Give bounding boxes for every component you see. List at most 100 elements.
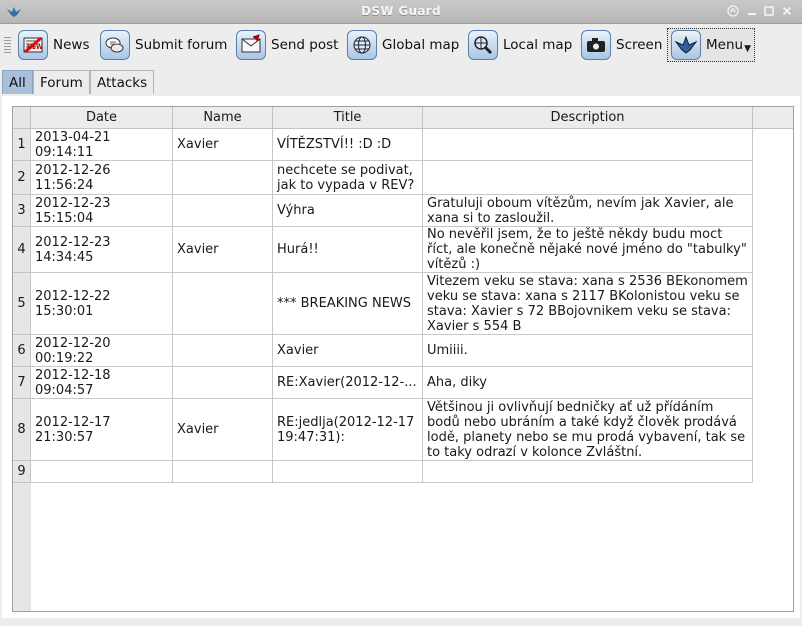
screen-button[interactable]: Screen — [579, 28, 664, 62]
cell-description-text: Gratuluji oboum vítězům, nevím jak Xavie… — [427, 195, 734, 226]
cell-date[interactable] — [31, 461, 173, 483]
cell-date-text: 2013-04-21 09:14:11 — [35, 129, 111, 160]
cell-name[interactable] — [173, 367, 273, 399]
chat-bubbles-icon — [100, 30, 130, 60]
cell-title[interactable]: Hurá!! — [273, 227, 423, 273]
cell-title[interactable]: nechcete se podivat, jak to vypada v REV… — [273, 161, 423, 195]
cell-name[interactable] — [173, 335, 273, 367]
row-number[interactable]: 6 — [13, 335, 31, 367]
cell-description[interactable] — [423, 129, 753, 161]
global-map-button[interactable]: Global map — [345, 28, 461, 62]
cell-date[interactable]: 2012-12-23 15:15:04 — [31, 195, 173, 227]
row-number[interactable]: 1 — [13, 129, 31, 161]
local-map-button[interactable]: Local map — [466, 28, 574, 62]
shade-button[interactable] — [726, 5, 740, 19]
cell-date-text: 2012-12-18 09:04:57 — [35, 367, 111, 398]
toolbar: NEW News Submit forum Send post Global m… — [0, 24, 802, 67]
cell-title-text: RE:jedlja(2012-12-17 19:47:31): — [277, 414, 415, 445]
submit-forum-label: Submit forum — [135, 37, 228, 53]
maximize-icon — [764, 6, 774, 16]
row-number[interactable]: 8 — [13, 399, 31, 461]
row-number[interactable]: 2 — [13, 161, 31, 195]
cell-title-text: VÍTĚZSTVÍ!! :D :D — [277, 137, 392, 152]
menu-label: Menu — [706, 37, 744, 53]
cell-description[interactable]: No nevěřil jsem, že to ještě někdy budu … — [423, 227, 753, 273]
row-number[interactable]: 9 — [13, 461, 31, 483]
cell-title-text: Hurá!! — [277, 242, 319, 257]
chevron-down-icon: ▼ — [744, 44, 751, 54]
cell-description[interactable]: Většinou ji ovlivňují bedničky ať už pří… — [423, 399, 753, 461]
cell-name[interactable]: Xavier — [173, 227, 273, 273]
row-number[interactable]: 3 — [13, 195, 31, 227]
cell-name[interactable]: Xavier — [173, 129, 273, 161]
cell-description[interactable]: Umiiii. — [423, 335, 753, 367]
camera-icon — [581, 30, 611, 60]
cell-description[interactable] — [423, 461, 753, 483]
bottom-strip — [0, 618, 802, 626]
up-arrow-icon — [727, 5, 739, 17]
cell-date-text: 2012-12-22 15:30:01 — [35, 288, 111, 319]
toolbar-grip[interactable] — [4, 37, 11, 53]
row-number[interactable]: 5 — [13, 273, 31, 335]
cell-title[interactable]: VÍTĚZSTVÍ!! :D :D — [273, 129, 423, 161]
cell-date[interactable]: 2012-12-18 09:04:57 — [31, 367, 173, 399]
cell-description-text: Vitezem veku se stava: xana s 2536 BEkon… — [427, 273, 748, 334]
cell-title[interactable]: Výhra — [273, 195, 423, 227]
cell-title[interactable]: Xavier — [273, 335, 423, 367]
cell-description[interactable]: Vitezem veku se stava: xana s 2536 BEkon… — [423, 273, 753, 335]
send-post-label: Send post — [271, 37, 339, 53]
cell-description-text: Aha, diky — [427, 375, 487, 390]
cell-name[interactable] — [173, 273, 273, 335]
news-icon: NEW — [18, 30, 48, 60]
column-header-name[interactable]: Name — [173, 107, 273, 129]
local-map-label: Local map — [503, 37, 573, 53]
cell-name-text: Xavier — [177, 137, 219, 152]
minimize-button[interactable] — [745, 5, 759, 19]
close-button[interactable] — [780, 5, 794, 19]
maximize-button[interactable] — [762, 5, 776, 19]
column-header-description[interactable]: Description — [423, 107, 753, 129]
cell-title[interactable] — [273, 461, 423, 483]
cell-name[interactable]: Xavier — [173, 399, 273, 461]
cell-name-text: Xavier — [177, 242, 219, 257]
screen-label: Screen — [616, 37, 663, 53]
magnifier-globe-icon — [468, 30, 498, 60]
menu-button[interactable]: Menu ▼ — [667, 28, 755, 62]
cell-description[interactable]: Gratuluji oboum vítězům, nevím jak Xavie… — [423, 195, 753, 227]
cell-date[interactable]: 2013-04-21 09:14:11 — [31, 129, 173, 161]
cell-date[interactable]: 2012-12-20 00:19:22 — [31, 335, 173, 367]
cell-date[interactable]: 2012-12-17 21:30:57 — [31, 399, 173, 461]
cell-title-text: *** BREAKING NEWS — [277, 296, 412, 311]
row-number[interactable]: 4 — [13, 227, 31, 273]
close-icon — [782, 6, 792, 16]
column-header-title[interactable]: Title — [273, 107, 423, 129]
globe-icon — [347, 30, 377, 60]
cell-date[interactable]: 2012-12-22 15:30:01 — [31, 273, 173, 335]
cell-title[interactable]: RE:jedlja(2012-12-17 19:47:31): — [273, 399, 423, 461]
cell-name[interactable] — [173, 461, 273, 483]
tab-attacks[interactable]: Attacks — [90, 70, 155, 94]
row-number[interactable]: 7 — [13, 367, 31, 399]
cell-name-text: Xavier — [177, 422, 219, 437]
cell-title[interactable]: *** BREAKING NEWS — [273, 273, 423, 335]
cell-date[interactable]: 2012-12-26 11:56:24 — [31, 161, 173, 195]
cell-date-text: 2012-12-23 15:15:04 — [35, 195, 111, 226]
send-post-button[interactable]: Send post — [234, 28, 340, 62]
cell-date-text: 2012-12-26 11:56:24 — [35, 162, 111, 193]
news-button[interactable]: NEW News — [16, 28, 91, 62]
cell-date[interactable]: 2012-12-23 14:34:45 — [31, 227, 173, 273]
cell-title[interactable]: RE:Xavier(2012-12-... — [273, 367, 423, 399]
header-filler — [753, 107, 793, 129]
column-header-date[interactable]: Date — [31, 107, 173, 129]
tab-all[interactable]: All — [2, 70, 33, 94]
envelope-icon — [236, 30, 266, 60]
tab-forum[interactable]: Forum — [33, 70, 90, 94]
submit-forum-button[interactable]: Submit forum — [98, 28, 229, 62]
cell-name[interactable] — [173, 195, 273, 227]
messages-table: Date Name Title Description 1 2013-04-21 … — [12, 106, 794, 612]
window-title: DSW Guard — [361, 4, 441, 18]
cell-name[interactable] — [173, 161, 273, 195]
cell-description[interactable]: Aha, diky — [423, 367, 753, 399]
cell-description[interactable] — [423, 161, 753, 195]
table-corner — [13, 107, 31, 129]
